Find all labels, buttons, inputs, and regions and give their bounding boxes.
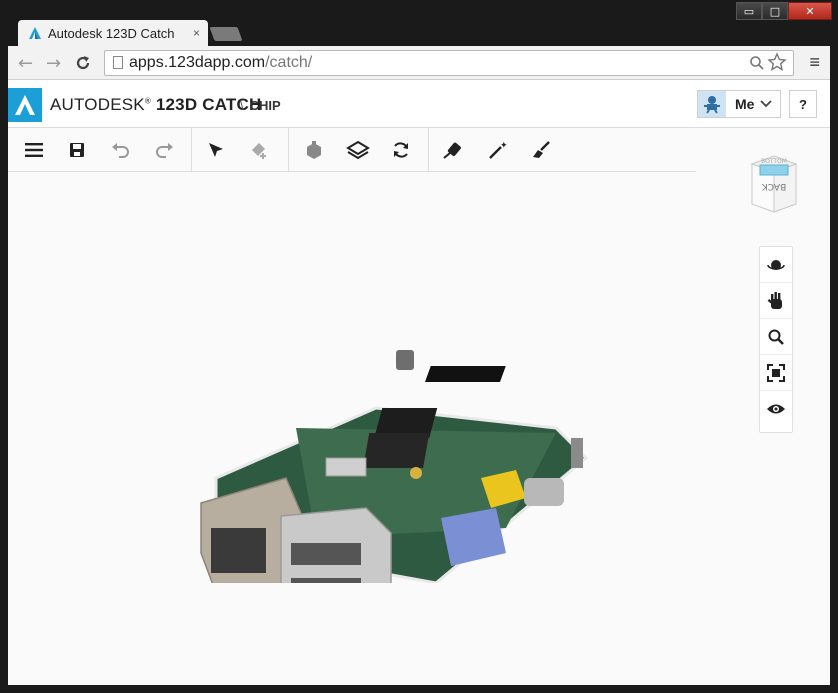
menu-icon[interactable] <box>21 138 47 162</box>
navigation-bar <box>759 246 793 433</box>
viewcube-top-label: BOTTOM <box>761 158 787 165</box>
brand-registered-mark: ® <box>144 96 151 106</box>
select-arrow-icon[interactable] <box>203 138 229 162</box>
view-cube[interactable]: BOTTOM BACK <box>748 154 800 214</box>
search-icon[interactable] <box>749 55 765 71</box>
url-text: apps.123dapp.com/catch/ <box>129 54 312 72</box>
app-area: AUTODESK® 123D CATCH \ CHIP Me ? ✦ BOTTO… <box>8 80 830 685</box>
reload-icon[interactable] <box>74 54 92 72</box>
tab-strip: Autodesk 123D Catch × <box>8 18 608 46</box>
fit-view-icon[interactable] <box>760 355 792 391</box>
rotate-icon[interactable] <box>388 138 414 162</box>
browser-tab[interactable]: Autodesk 123D Catch × <box>18 20 208 46</box>
bookmark-star-icon[interactable] <box>767 52 787 72</box>
autodesk-logo[interactable] <box>8 88 42 122</box>
close-window-button[interactable]: ✕ <box>788 2 832 20</box>
viewcube-front-label: BACK <box>761 181 786 191</box>
new-tab-button[interactable] <box>209 27 243 41</box>
browser-toolbar: ← → apps.123dapp.com/catch/ ≡ <box>8 46 830 80</box>
window-controls: ▭ □ ✕ <box>736 2 832 20</box>
user-menu-button[interactable]: Me <box>697 90 781 118</box>
autodesk-favicon-icon <box>29 27 41 39</box>
model-toolbar: ✦ <box>8 128 696 172</box>
browser-window: ▭ □ ✕ Autodesk 123D Catch × ← → apps.123… <box>0 0 838 693</box>
toolbar-divider <box>428 128 429 172</box>
toolbar-divider <box>191 128 192 172</box>
brand-prefix: AUTODESK <box>50 95 145 114</box>
3d-model-chip[interactable] <box>186 338 596 583</box>
zoom-icon[interactable] <box>760 319 792 355</box>
maximize-button[interactable]: □ <box>762 2 788 20</box>
pan-hand-icon[interactable] <box>760 283 792 319</box>
svg-text:✦: ✦ <box>500 141 508 151</box>
autodesk-logo-icon <box>15 95 35 115</box>
minimize-button[interactable]: ▭ <box>736 2 762 20</box>
url-domain: apps.123dapp.com <box>129 54 266 71</box>
eraser-icon[interactable] <box>246 138 272 162</box>
add-box-icon[interactable] <box>301 138 327 162</box>
url-path: /catch/ <box>265 54 313 71</box>
toolbar-divider <box>288 128 289 172</box>
eye-icon[interactable] <box>760 391 792 427</box>
project-title: \ CHIP <box>240 98 281 113</box>
app-brand: AUTODESK® 123D CATCH <box>50 95 261 115</box>
avatar-robot-icon <box>704 96 720 114</box>
forward-button[interactable]: → <box>46 53 61 74</box>
project-separator: \ <box>240 98 244 113</box>
layers-icon[interactable] <box>345 138 371 162</box>
orbit-icon[interactable] <box>760 247 792 283</box>
paint-brush-icon[interactable] <box>528 138 554 162</box>
project-name[interactable]: CHIP <box>250 98 281 113</box>
address-bar[interactable]: apps.123dapp.com/catch/ <box>104 50 794 76</box>
avatar <box>698 91 726 117</box>
browser-menu-button[interactable]: ≡ <box>809 52 820 73</box>
magic-wand-icon[interactable]: ✦ <box>485 138 511 162</box>
back-button[interactable]: ← <box>18 53 33 74</box>
help-button[interactable]: ? <box>789 90 817 118</box>
chevron-down-icon <box>760 100 773 108</box>
save-icon[interactable] <box>64 138 90 162</box>
tab-close-icon[interactable]: × <box>193 26 200 40</box>
undo-icon[interactable] <box>108 138 134 162</box>
user-menu-label: Me <box>735 96 755 112</box>
redo-icon[interactable] <box>151 138 177 162</box>
pen-icon[interactable] <box>441 138 467 162</box>
tab-title: Autodesk 123D Catch <box>48 25 175 41</box>
page-icon <box>113 56 123 69</box>
app-header: AUTODESK® 123D CATCH \ CHIP Me ? <box>8 80 830 128</box>
